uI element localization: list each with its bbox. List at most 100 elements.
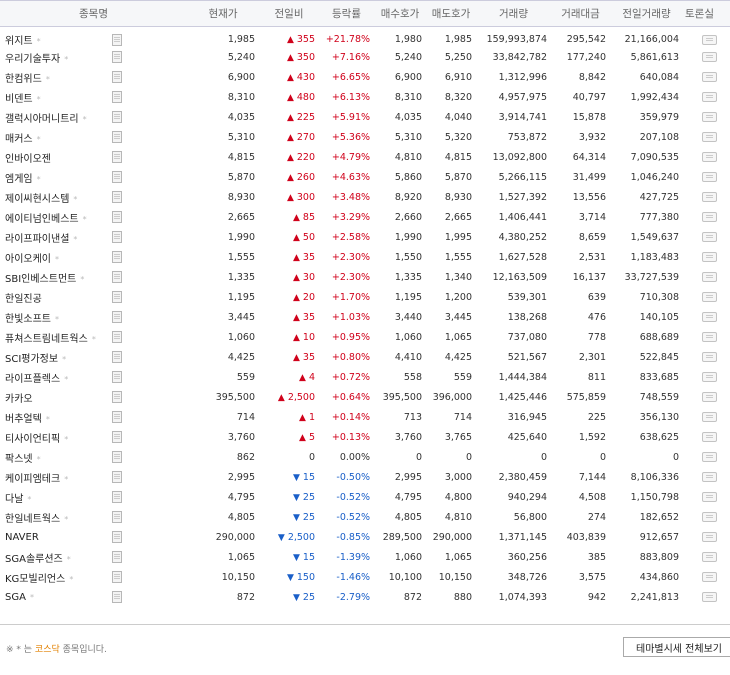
stock-name-link[interactable]: 팍스넷 bbox=[5, 454, 33, 465]
header-ask[interactable]: 매도호가 bbox=[426, 0, 477, 27]
stock-name-link[interactable]: 엠게임 bbox=[5, 174, 33, 185]
kosdaq-note: ※ * 는 코스닥 종목입니다. bbox=[6, 642, 107, 655]
stock-name-link[interactable]: SGA솔루션즈 bbox=[5, 554, 63, 565]
header-price[interactable]: 현재가 bbox=[187, 0, 260, 27]
stock-name-link[interactable]: 갤럭시아머니트리 bbox=[5, 114, 79, 125]
document-icon[interactable] bbox=[112, 211, 122, 223]
speech-bubble-icon[interactable] bbox=[702, 232, 718, 242]
stock-name-link[interactable]: 퓨쳐스트림네트웍스 bbox=[5, 334, 88, 345]
header-amount[interactable]: 거래대금 bbox=[551, 0, 611, 27]
stock-name-link[interactable]: 케이피엠테크 bbox=[5, 474, 60, 485]
document-icon[interactable] bbox=[112, 191, 122, 203]
stock-name-link[interactable]: KG모빌리언스 bbox=[5, 574, 65, 585]
header-change[interactable]: 전일비 bbox=[259, 0, 320, 27]
document-icon[interactable] bbox=[112, 251, 122, 263]
speech-bubble-icon[interactable] bbox=[702, 592, 718, 602]
stock-name-link[interactable]: SCI평가정보 bbox=[5, 354, 58, 365]
speech-bubble-icon[interactable] bbox=[702, 272, 718, 282]
stock-name-link[interactable]: NAVER bbox=[5, 532, 39, 543]
speech-bubble-icon[interactable] bbox=[702, 292, 718, 302]
document-icon[interactable] bbox=[112, 371, 122, 383]
stock-name-link[interactable]: 한일진공 bbox=[5, 294, 42, 305]
document-icon[interactable] bbox=[112, 91, 122, 103]
document-icon[interactable] bbox=[112, 131, 122, 143]
speech-bubble-icon[interactable] bbox=[702, 52, 718, 62]
speech-bubble-icon[interactable] bbox=[702, 112, 718, 122]
speech-bubble-icon[interactable] bbox=[702, 532, 718, 542]
header-prev-volume[interactable]: 전일거래량 bbox=[610, 0, 684, 27]
header-bid[interactable]: 매수호가 bbox=[374, 0, 427, 27]
document-icon[interactable] bbox=[112, 451, 122, 463]
speech-bubble-icon[interactable] bbox=[702, 212, 718, 222]
stock-name-link[interactable]: 라이프파이낸셜 bbox=[5, 234, 69, 245]
speech-bubble-icon[interactable] bbox=[702, 332, 718, 342]
document-icon[interactable] bbox=[112, 291, 122, 303]
document-icon[interactable] bbox=[112, 511, 122, 523]
document-icon[interactable] bbox=[112, 33, 122, 46]
speech-bubble-icon[interactable] bbox=[702, 172, 718, 182]
header-rate[interactable]: 등락률 bbox=[319, 0, 375, 27]
speech-bubble-icon[interactable] bbox=[702, 72, 718, 82]
speech-bubble-icon[interactable] bbox=[702, 472, 718, 482]
stock-name-link[interactable]: 한컴위드 bbox=[5, 74, 42, 85]
document-icon[interactable] bbox=[112, 551, 122, 563]
speech-bubble-icon[interactable] bbox=[702, 572, 718, 582]
document-icon[interactable] bbox=[112, 351, 122, 363]
document-icon[interactable] bbox=[112, 311, 122, 323]
stock-name-link[interactable]: 비덴트 bbox=[5, 94, 33, 105]
speech-bubble-icon[interactable] bbox=[702, 312, 718, 322]
stock-name-link[interactable]: 매커스 bbox=[5, 134, 33, 145]
speech-bubble-icon[interactable] bbox=[702, 392, 718, 402]
document-icon[interactable] bbox=[112, 571, 122, 583]
speech-bubble-icon[interactable] bbox=[702, 252, 718, 262]
document-icon[interactable] bbox=[112, 591, 122, 603]
speech-bubble-icon[interactable] bbox=[702, 352, 718, 362]
prev-volume-cell: 140,105 bbox=[639, 311, 680, 323]
speech-bubble-icon[interactable] bbox=[702, 412, 718, 422]
document-icon[interactable] bbox=[112, 411, 122, 423]
stock-name-link[interactable]: 한빛소프트 bbox=[5, 314, 51, 325]
speech-bubble-icon[interactable] bbox=[702, 132, 718, 142]
speech-bubble-icon[interactable] bbox=[702, 372, 718, 382]
stock-name-link[interactable]: 다날 bbox=[5, 494, 23, 505]
speech-bubble-icon[interactable] bbox=[702, 432, 718, 442]
document-icon[interactable] bbox=[112, 151, 122, 163]
document-icon[interactable] bbox=[112, 231, 122, 243]
document-icon[interactable] bbox=[112, 491, 122, 503]
stock-name-link[interactable]: 한일네트웍스 bbox=[5, 514, 60, 525]
kosdaq-star: * bbox=[36, 174, 41, 184]
document-icon[interactable] bbox=[112, 431, 122, 443]
speech-bubble-icon[interactable] bbox=[702, 452, 718, 462]
stock-name-link[interactable]: 우리기술투자 bbox=[5, 54, 60, 65]
document-icon[interactable] bbox=[112, 71, 122, 83]
stock-name-link[interactable]: 아이오케이 bbox=[5, 254, 51, 265]
stock-name-link[interactable]: 인바이오젠 bbox=[5, 154, 51, 165]
stock-name-link[interactable]: 위지트 bbox=[5, 36, 33, 47]
speech-bubble-icon[interactable] bbox=[702, 192, 718, 202]
document-icon[interactable] bbox=[112, 171, 122, 183]
stock-name-link[interactable]: 에이티넘인베스트 bbox=[5, 214, 79, 225]
stock-name-link[interactable]: 라이프플렉스 bbox=[5, 374, 60, 385]
document-icon[interactable] bbox=[112, 111, 122, 123]
stock-name-link[interactable]: 카카오 bbox=[5, 394, 33, 405]
document-icon[interactable] bbox=[112, 331, 122, 343]
header-name[interactable]: 종목명 bbox=[0, 0, 188, 27]
speech-bubble-icon[interactable] bbox=[702, 92, 718, 102]
stock-name-link[interactable]: 버추얼텍 bbox=[5, 414, 42, 425]
document-icon[interactable] bbox=[112, 471, 122, 483]
theme-all-button[interactable]: 테마별시세 전체보기 bbox=[623, 637, 730, 657]
stock-name-link[interactable]: SBI인베스트먼트 bbox=[5, 274, 76, 285]
speech-bubble-icon[interactable] bbox=[702, 512, 718, 522]
speech-bubble-icon[interactable] bbox=[702, 492, 718, 502]
document-icon[interactable] bbox=[112, 531, 122, 543]
document-icon[interactable] bbox=[112, 391, 122, 403]
document-icon[interactable] bbox=[112, 51, 122, 63]
speech-bubble-icon[interactable] bbox=[702, 152, 718, 162]
stock-name-link[interactable]: 제이씨현시스템 bbox=[5, 194, 69, 205]
speech-bubble-icon[interactable] bbox=[702, 552, 718, 562]
speech-bubble-icon[interactable] bbox=[702, 34, 718, 45]
header-volume[interactable]: 거래량 bbox=[476, 0, 552, 27]
document-icon[interactable] bbox=[112, 271, 122, 283]
stock-name-link[interactable]: SGA bbox=[5, 592, 26, 603]
stock-name-link[interactable]: 티사이언티픽 bbox=[5, 434, 60, 445]
